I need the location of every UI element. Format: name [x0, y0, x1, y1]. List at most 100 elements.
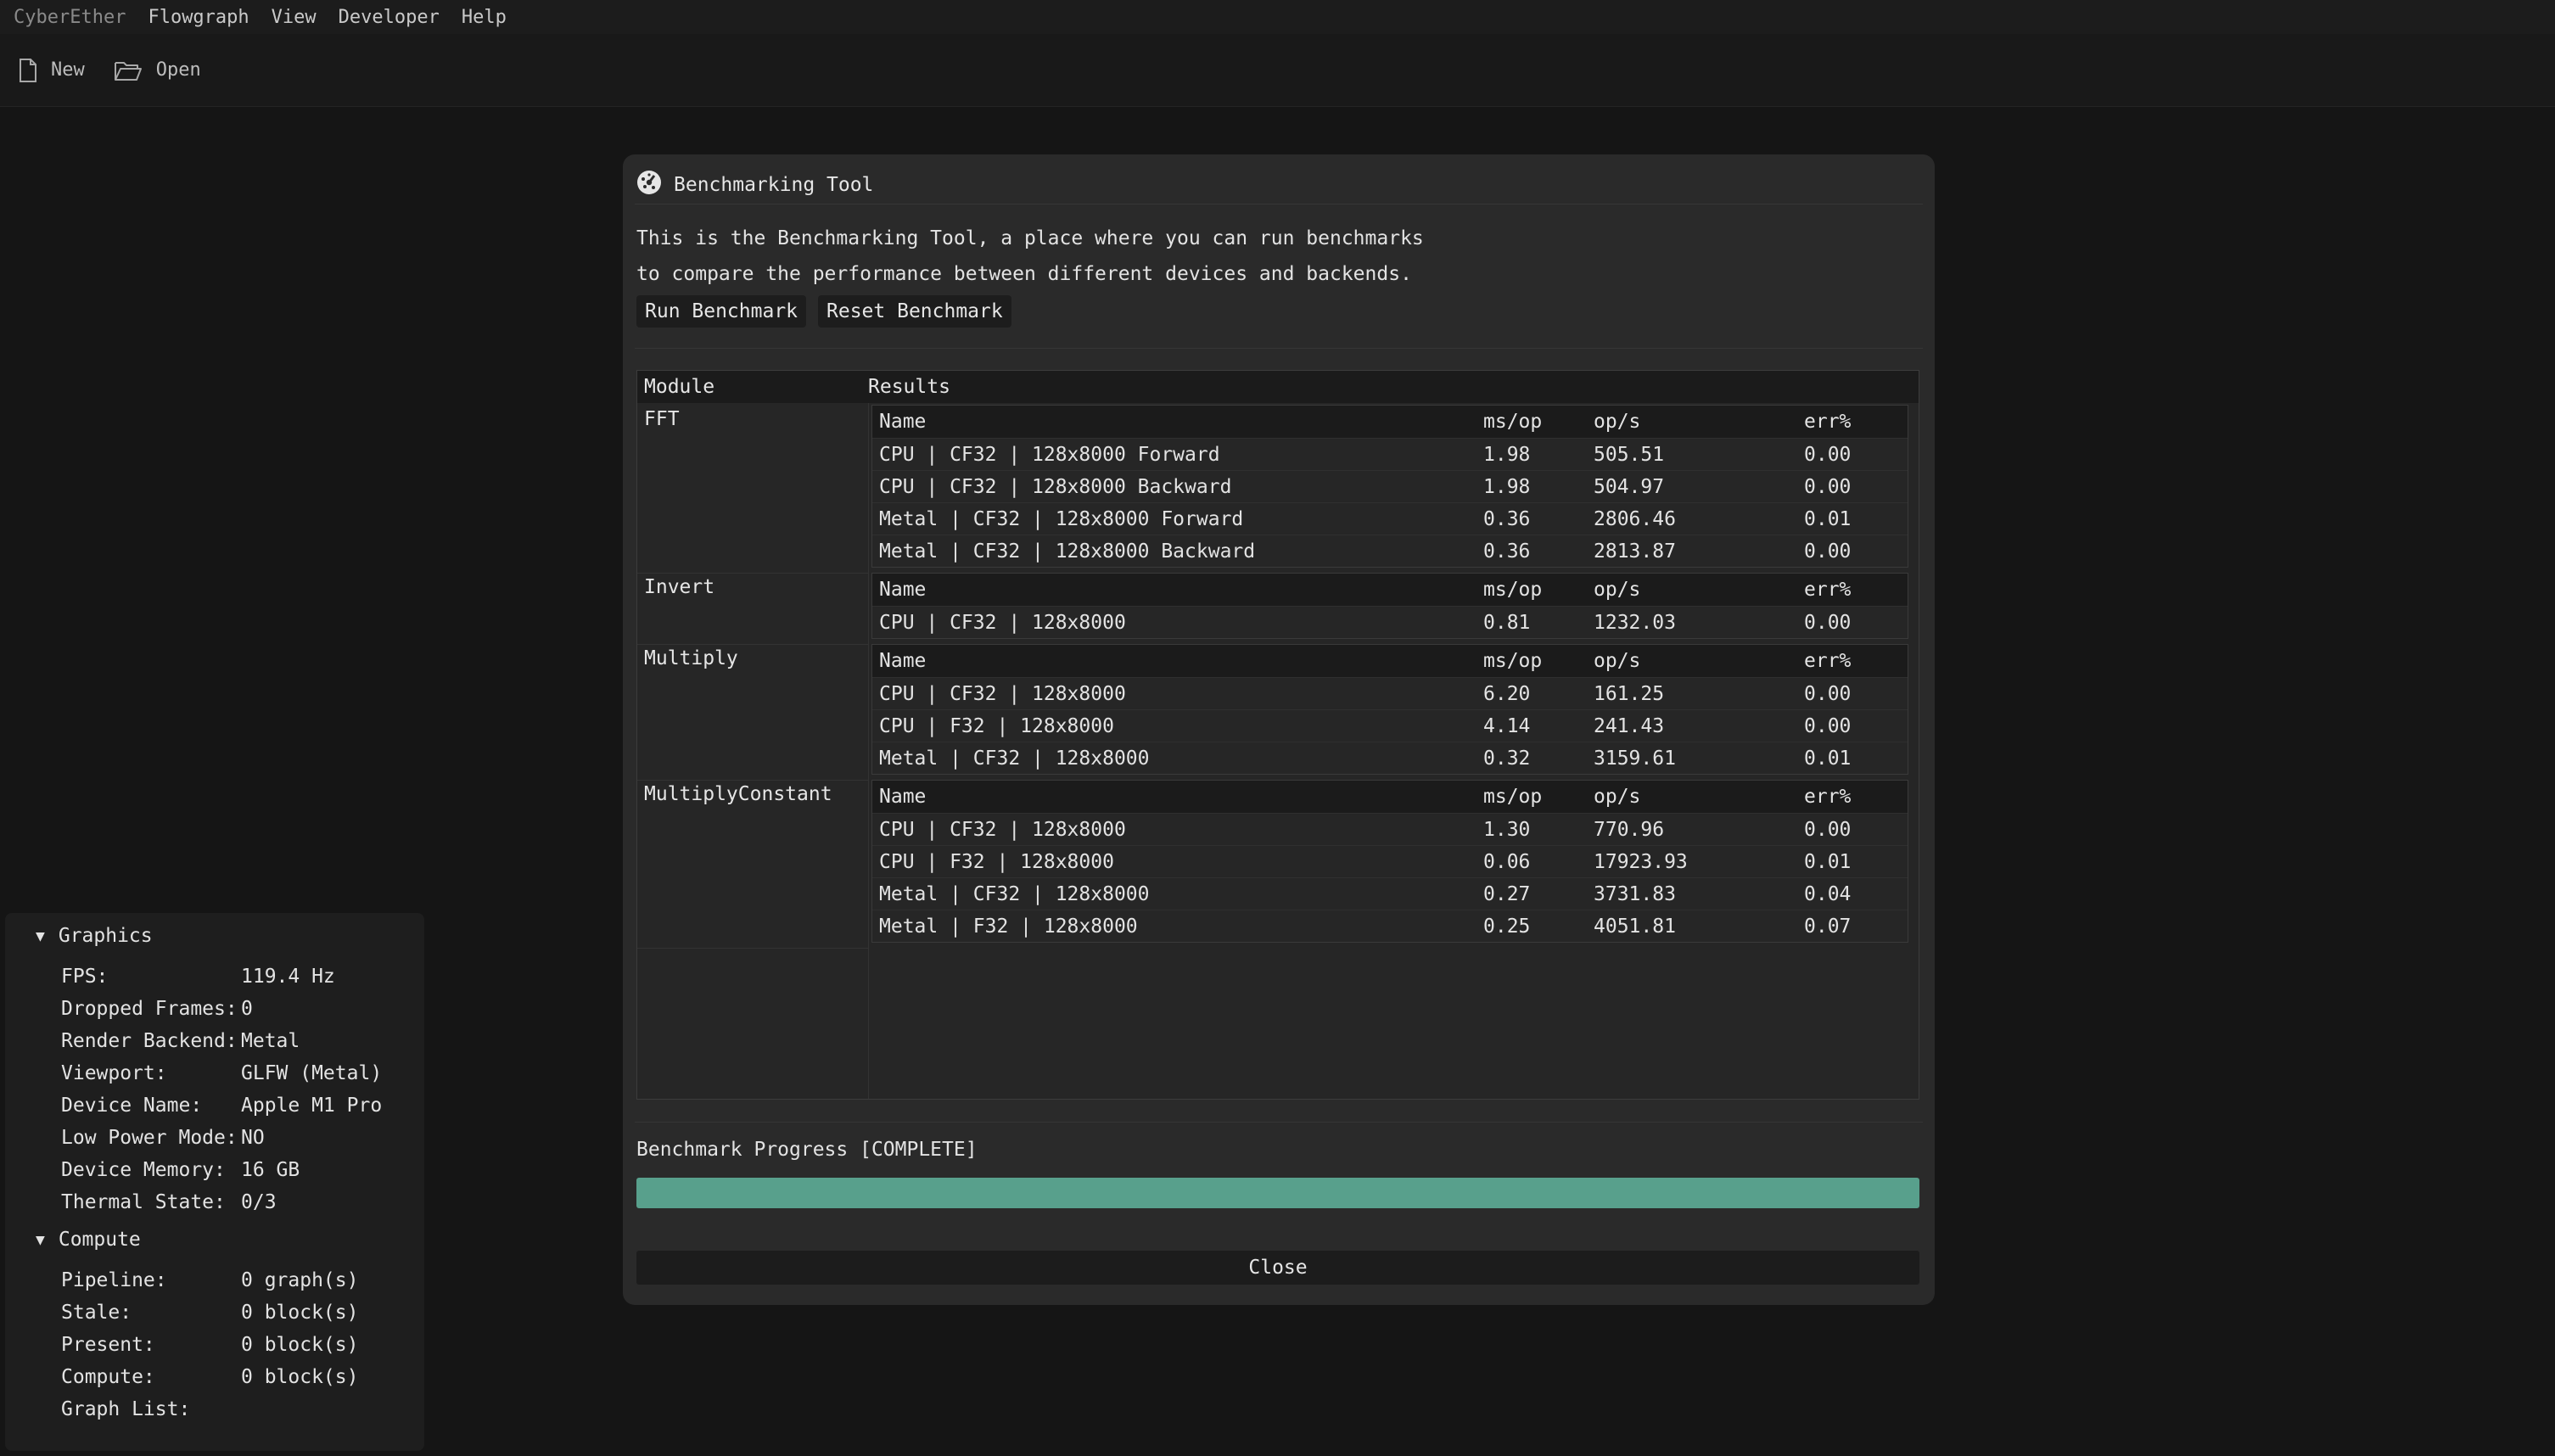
benchmark-dialog: Benchmarking Tool This is the Benchmarki… [623, 154, 1935, 1305]
reset-benchmark-button[interactable]: Reset Benchmark [818, 295, 1011, 328]
stat-value: 0 block(s) [241, 1302, 359, 1324]
stat-key: Pipeline: [61, 1269, 167, 1291]
module-column-header: Module [644, 376, 715, 398]
cell-name: CPU | CF32 | 128x8000 Forward [879, 443, 1220, 466]
toolbar: New Open [0, 34, 2555, 107]
stat-row: Pipeline: 0 graph(s) [61, 1269, 358, 1291]
divider [637, 780, 868, 781]
compute-section-header[interactable]: ▼ Compute [36, 1229, 141, 1251]
cell-name: Metal | CF32 | 128x8000 Backward [879, 540, 1256, 563]
dialog-description: This is the Benchmarking Tool, a place w… [636, 221, 1424, 292]
cell-err: 0.00 [1804, 682, 1852, 705]
open-button[interactable]: Open [114, 59, 201, 81]
action-buttons: Run Benchmark Reset Benchmark [636, 295, 1011, 328]
cell-op-s: 504.97 [1594, 475, 1665, 498]
graphics-section-header[interactable]: ▼ Graphics [36, 925, 153, 947]
stat-key: Device Memory: [61, 1159, 226, 1181]
table-row: Metal | CF32 | 128x8000 0.27 3731.83 0.0… [872, 877, 1908, 910]
description-line: to compare the performance between diffe… [636, 263, 1412, 285]
cell-err: 0.00 [1804, 611, 1852, 634]
dialog-title-bar: Benchmarking Tool [636, 166, 873, 204]
stat-row: Present: 0 block(s) [61, 1334, 358, 1356]
stat-row: Device Memory: 16 GB [61, 1159, 300, 1181]
stat-key: Present: [61, 1334, 155, 1356]
table-row: CPU | CF32 | 128x8000 Forward 1.98 505.5… [872, 438, 1908, 470]
stat-key: Compute: [61, 1366, 155, 1388]
op-s-header: op/s [1594, 786, 1641, 808]
stat-value: GLFW (Metal) [241, 1062, 383, 1084]
cell-op-s: 4051.81 [1594, 915, 1676, 938]
cell-op-s: 241.43 [1594, 714, 1665, 737]
cell-ms-op: 4.14 [1483, 714, 1531, 737]
triangle-down-icon: ▼ [36, 1230, 45, 1249]
menu-help[interactable]: Help [462, 7, 507, 28]
cell-ms-op: 0.32 [1483, 747, 1531, 770]
new-button-label: New [51, 59, 85, 81]
cell-err: 0.00 [1804, 540, 1852, 563]
cell-ms-op: 1.98 [1483, 475, 1531, 498]
cell-name: CPU | CF32 | 128x8000 Backward [879, 475, 1232, 498]
ms-op-header: ms/op [1483, 411, 1543, 433]
cell-ms-op: 0.27 [1483, 882, 1531, 905]
results-column-header: Results [868, 376, 950, 398]
new-button[interactable]: New [19, 58, 85, 82]
cell-err: 0.07 [1804, 915, 1852, 938]
menu-flowgraph[interactable]: Flowgraph [148, 7, 249, 28]
ms-op-header: ms/op [1483, 579, 1543, 601]
divider [635, 1122, 1923, 1123]
results-table-header: Module Results [637, 371, 1919, 403]
name-header: Name [879, 411, 927, 433]
open-folder-icon [114, 59, 143, 81]
divider [637, 644, 868, 645]
run-benchmark-button[interactable]: Run Benchmark [636, 295, 807, 328]
cell-name: Metal | CF32 | 128x8000 Forward [879, 507, 1244, 530]
close-button[interactable]: Close [636, 1251, 1919, 1285]
ms-op-header: ms/op [1483, 786, 1543, 808]
benchmark-progress-bar [636, 1178, 1919, 1208]
cell-err: 0.01 [1804, 507, 1852, 530]
op-s-header: op/s [1594, 411, 1641, 433]
stat-row: Render Backend: Metal [61, 1030, 300, 1052]
stat-value: Metal [241, 1030, 300, 1052]
stat-key: Render Backend: [61, 1030, 238, 1052]
menu-app-name[interactable]: CyberEther [14, 7, 126, 28]
description-line: This is the Benchmarking Tool, a place w… [636, 227, 1424, 249]
ms-op-header: ms/op [1483, 650, 1543, 672]
menu-view[interactable]: View [272, 7, 317, 28]
graphics-section-title: Graphics [58, 925, 153, 947]
cell-op-s: 505.51 [1594, 443, 1665, 466]
cell-err: 0.00 [1804, 443, 1852, 466]
stat-value: 0 graph(s) [241, 1269, 359, 1291]
results-subtable-fft: Name ms/op op/s err% CPU | CF32 | 128x80… [871, 405, 1908, 568]
err-header: err% [1804, 579, 1852, 601]
stat-value: 0/3 [241, 1191, 277, 1213]
module-name-fft: FFT [644, 408, 680, 430]
menu-developer[interactable]: Developer [339, 7, 440, 28]
err-header: err% [1804, 650, 1852, 672]
stat-value: 0 [241, 998, 253, 1020]
cell-name: Metal | CF32 | 128x8000 [879, 747, 1150, 770]
module-name-multiplyconstant: MultiplyConstant [644, 783, 832, 805]
stat-key: Low Power Mode: [61, 1127, 238, 1149]
table-row: CPU | CF32 | 128x8000 Backward 1.98 504.… [872, 470, 1908, 502]
stat-value: Apple M1 Pro [241, 1095, 383, 1117]
stat-key: Thermal State: [61, 1191, 226, 1213]
stat-key: FPS: [61, 966, 109, 988]
cell-op-s: 2806.46 [1594, 507, 1676, 530]
stat-row: FPS: 119.4 Hz [61, 966, 335, 988]
table-row: Metal | CF32 | 128x8000 Backward 0.36 28… [872, 535, 1908, 567]
cell-ms-op: 1.98 [1483, 443, 1531, 466]
table-row: CPU | CF32 | 128x8000 1.30 770.96 0.00 [872, 813, 1908, 845]
subtable-header: Name ms/op op/s err% [872, 406, 1908, 438]
op-s-header: op/s [1594, 650, 1641, 672]
stat-key: Graph List: [61, 1398, 191, 1420]
stat-row: Compute: 0 block(s) [61, 1366, 358, 1388]
cell-err: 0.00 [1804, 475, 1852, 498]
stat-value: 0 block(s) [241, 1334, 359, 1356]
column-divider [868, 403, 869, 1099]
module-name-invert: Invert [644, 576, 715, 598]
results-table[interactable]: Module Results FFT Name ms/op op/s err% … [636, 370, 1919, 1100]
err-header: err% [1804, 411, 1852, 433]
cell-name: Metal | CF32 | 128x8000 [879, 882, 1150, 905]
cell-err: 0.01 [1804, 747, 1852, 770]
